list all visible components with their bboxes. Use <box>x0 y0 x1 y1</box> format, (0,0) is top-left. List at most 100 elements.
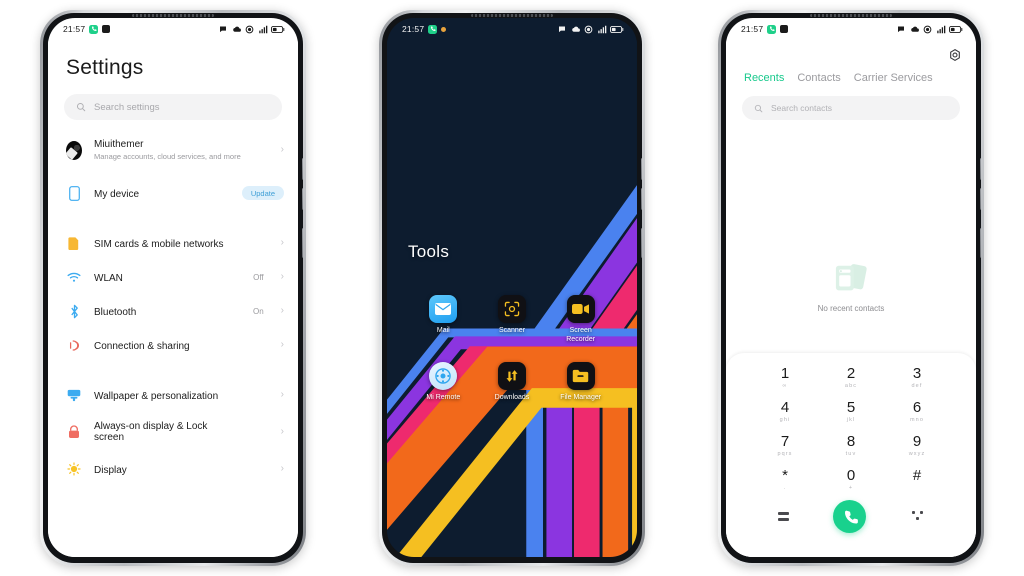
app-file-manager[interactable]: File Manager <box>546 362 615 403</box>
key-2[interactable]: 2 abc <box>818 365 884 390</box>
key-number: 2 <box>846 365 856 382</box>
key-0[interactable]: 0 + <box>818 467 884 492</box>
chevron-right-icon: › <box>280 339 284 350</box>
chevron-right-icon: › <box>280 271 284 282</box>
settings-row-display[interactable]: Display › <box>48 452 298 486</box>
chat-icon <box>898 26 904 32</box>
tab-contacts[interactable]: Contacts <box>797 72 840 84</box>
key-6[interactable]: 6 mno <box>884 399 950 424</box>
key-star[interactable]: *. <box>752 467 818 492</box>
phone-green-icon <box>89 24 99 34</box>
remote-icon <box>429 362 458 390</box>
key-3[interactable]: 3 def <box>884 365 950 390</box>
folder-icon <box>566 362 595 390</box>
status-bar: 21:57 <box>726 18 976 40</box>
chat-icon <box>220 26 226 32</box>
settings-row-wlan[interactable]: WLAN Off › <box>48 260 298 294</box>
square-dot-icon <box>780 25 789 33</box>
settings-row-sim[interactable]: SIM cards & mobile networks › <box>48 226 298 260</box>
home-screen-content: Tools Mail Scanner Screen Recorder Mi Re… <box>387 40 637 557</box>
search-placeholder: Search contacts <box>771 103 832 113</box>
gear-icon[interactable] <box>948 48 962 67</box>
settings-row-my-device[interactable]: My device Update <box>48 176 298 210</box>
volume-button[interactable] <box>980 158 981 180</box>
cloud-icon <box>571 26 580 32</box>
search-icon <box>754 104 763 112</box>
volume-button[interactable] <box>641 158 642 180</box>
app-scanner[interactable]: Scanner <box>478 295 547 344</box>
app-label: File Manager <box>560 394 602 401</box>
keypad-grid: 1 ∞ 2 abc 3 def 4 ghi 5 jkl 6 mno 7 pqrs 8 tuv 9… <box>726 353 976 492</box>
phone-green-icon <box>767 24 777 34</box>
key-sub: abc <box>844 383 858 389</box>
volume-down-button[interactable] <box>302 188 303 210</box>
row-label: WLAN <box>94 273 123 284</box>
status-time: 21:57 <box>63 24 86 34</box>
chevron-right-icon: › <box>280 463 284 474</box>
key-sub: tuv <box>845 451 857 457</box>
status-badge[interactable]: Update <box>241 186 284 200</box>
square-dot-icon <box>441 26 447 32</box>
phone-body: 21:57 Settings Search settings Miuitheme… <box>43 13 303 563</box>
power-button[interactable] <box>980 228 981 258</box>
settings-row-connection[interactable]: Connection & sharing › <box>48 328 298 362</box>
search-input[interactable]: Search settings <box>64 94 282 120</box>
app-screen-recorder[interactable]: Screen Recorder <box>546 295 615 344</box>
call-icon <box>845 510 858 524</box>
key-number: # <box>912 467 922 484</box>
volume-down-button[interactable] <box>980 188 981 210</box>
app-downloads[interactable]: Downloads <box>478 362 547 403</box>
key-number: 0 <box>846 467 856 484</box>
key-1[interactable]: 1 ∞ <box>752 365 818 390</box>
settings-row-bluetooth[interactable]: Bluetooth On › <box>48 294 298 328</box>
signal-icon <box>597 25 606 33</box>
phone-screen: 21:57 <box>387 18 637 557</box>
earpiece-grille <box>471 14 553 17</box>
key-number: 3 <box>912 365 922 382</box>
tab-carrier-services[interactable]: Carrier Services <box>854 72 933 84</box>
volume-down-button[interactable] <box>641 188 642 210</box>
chevron-right-icon: › <box>280 237 284 248</box>
wifi-icon <box>66 272 82 283</box>
empty-contacts-icon <box>835 264 867 291</box>
more-dots-icon[interactable] <box>911 511 924 522</box>
search-contacts-input[interactable]: Search contacts <box>742 96 960 120</box>
power-button[interactable] <box>641 228 642 258</box>
tab-recents[interactable]: Recents <box>744 72 784 84</box>
app-mi-remote[interactable]: Mi Remote <box>409 362 478 403</box>
dnd-icon <box>923 25 932 33</box>
row-label: Display <box>94 465 127 476</box>
key-9[interactable]: 9 wxyz <box>884 433 950 458</box>
phone-screen: 21:57 <box>726 18 976 557</box>
empty-state: No recent contacts <box>726 262 976 313</box>
app-mail[interactable]: Mail <box>409 295 478 344</box>
phone-screen: 21:57 Settings Search settings Miuitheme… <box>48 18 298 557</box>
key-sub: . <box>783 485 787 491</box>
key-5[interactable]: 5 jkl <box>818 399 884 424</box>
key-hash[interactable]: # <box>884 467 950 492</box>
device-icon <box>66 185 82 201</box>
settings-row-account[interactable]: Miuithemer Manage accounts, cloud servic… <box>48 130 298 170</box>
signal-icon <box>258 25 267 33</box>
phone-green-icon <box>428 24 438 34</box>
power-button[interactable] <box>302 228 303 258</box>
call-button[interactable] <box>833 500 867 533</box>
key-sub: pqrs <box>777 451 793 457</box>
cloud-icon <box>232 26 241 32</box>
settings-phone: 21:57 Settings Search settings Miuitheme… <box>40 10 306 566</box>
key-7[interactable]: 7 pqrs <box>752 433 818 458</box>
bluetooth-icon <box>66 304 82 319</box>
key-number: 6 <box>912 399 922 416</box>
settings-rows: Miuithemer Manage accounts, cloud servic… <box>48 130 298 486</box>
app-label: Mail <box>436 327 450 334</box>
wallpaper-icon <box>66 389 82 402</box>
key-sub: ∞ <box>782 383 788 389</box>
key-8[interactable]: 8 tuv <box>818 433 884 458</box>
status-bar: 21:57 <box>387 18 637 40</box>
phone-body: 21:57 <box>721 13 981 563</box>
settings-row-wallpaper[interactable]: Wallpaper & personalization › <box>48 378 298 412</box>
settings-row-lockscreen[interactable]: Always-on display & Lock screen › <box>48 412 298 452</box>
key-4[interactable]: 4 ghi <box>752 399 818 424</box>
volume-button[interactable] <box>302 158 303 180</box>
menu-icon[interactable] <box>778 512 790 521</box>
